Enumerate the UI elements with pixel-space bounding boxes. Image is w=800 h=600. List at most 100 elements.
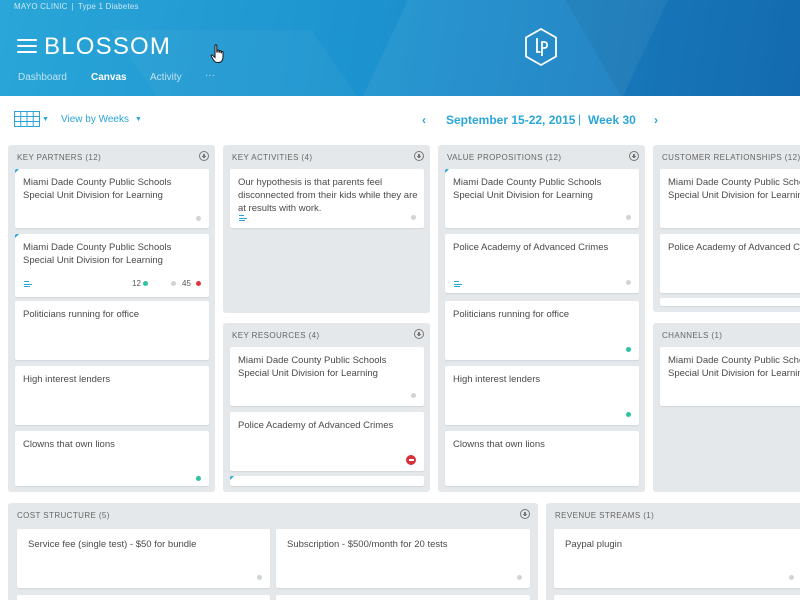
card-text: Our hypothesis is that parents feel disc… (238, 177, 418, 214)
card[interactable] (17, 595, 270, 600)
panel-title: KEY ACTIVITIES (4) (232, 153, 313, 162)
status-dot (257, 575, 262, 580)
card-text: Paypal plugin (565, 539, 623, 550)
add-circle-icon[interactable] (520, 509, 530, 519)
card-text: Miami Dade County Public Schools Special… (668, 177, 800, 201)
comment-count: 12 (132, 279, 141, 288)
tab-canvas[interactable]: Canvas (91, 72, 127, 83)
card-text: Clowns that own lions (23, 439, 115, 450)
add-circle-icon[interactable] (414, 329, 424, 339)
add-circle-icon[interactable] (414, 151, 424, 161)
hexagon-lp-logo-icon[interactable] (523, 27, 559, 67)
card-text: Miami Dade County Public Schools Special… (668, 355, 800, 379)
card[interactable] (276, 595, 530, 600)
card-corner-marker (230, 476, 234, 480)
notes-icon (24, 281, 32, 287)
status-dot (196, 216, 201, 221)
card-text: Miami Dade County Public Schools Special… (238, 355, 387, 379)
remove-circle-icon[interactable] (406, 455, 416, 465)
breadcrumb-org[interactable]: MAYO CLINIC (14, 2, 68, 11)
card[interactable]: Paypal plugin (554, 529, 800, 588)
status-dot (196, 476, 201, 481)
card[interactable]: Miami Dade County Public Schools Special… (15, 234, 209, 297)
date-separator: | (578, 112, 582, 126)
breadcrumb: MAYO CLINIC | Type 1 Diabetes (14, 2, 139, 11)
card[interactable]: Our hypothesis is that parents feel disc… (230, 169, 424, 228)
card-corner-marker (445, 169, 449, 173)
view-by-select[interactable]: View by Weeks ▼ (61, 114, 142, 125)
status-dot (196, 281, 201, 286)
card[interactable]: Miami Dade County Public Schools Special… (660, 347, 800, 406)
status-dot (789, 575, 794, 580)
card-text: High interest lenders (453, 374, 541, 385)
panel-customer-relationships: CUSTOMER RELATIONSHIPS (12) Miami Dade C… (653, 145, 800, 312)
card-corner-marker (15, 234, 19, 238)
card[interactable]: Service fee (single test) - $50 for bund… (17, 529, 270, 588)
card-text: Police Academy of Advanced Crimes (668, 242, 800, 253)
card-text: Police Academy of Advanced Crimes (238, 420, 394, 431)
panel-title: REVENUE STREAMS (1) (555, 511, 655, 520)
panel-title: KEY PARTNERS (12) (17, 153, 102, 162)
card-text: Police Academy of Advanced Crimes (453, 242, 609, 253)
tab-dashboard[interactable]: Dashboard (18, 72, 67, 83)
card[interactable] (554, 595, 800, 600)
hand-pointer-icon (210, 44, 224, 63)
card[interactable]: High interest lenders (445, 366, 639, 425)
status-dot (517, 575, 522, 580)
add-circle-icon[interactable] (199, 151, 209, 161)
chevron-down-icon[interactable]: ▼ (42, 116, 49, 123)
breadcrumb-separator: | (71, 2, 74, 11)
card[interactable]: Miami Dade County Public Schools Special… (445, 169, 639, 228)
card-text: Miami Dade County Public Schools Special… (23, 177, 172, 201)
hamburger-menu-icon[interactable] (17, 38, 37, 54)
card[interactable]: Clowns that own lions (15, 431, 209, 486)
panel-title: CUSTOMER RELATIONSHIPS (12) (662, 153, 800, 162)
panel-title: KEY RESOURCES (4) (232, 331, 320, 340)
prev-week-button[interactable]: ‹ (422, 113, 426, 127)
date-range-label: September 15-22, 2015 (446, 113, 576, 127)
card[interactable] (660, 298, 800, 306)
panel-key-resources: KEY RESOURCES (4) Miami Dade County Publ… (223, 323, 430, 492)
panel-cost-structure: COST STRUCTURE (5) Service fee (single t… (8, 503, 538, 600)
tab-more[interactable]: ··· (205, 70, 215, 81)
card[interactable]: High interest lenders (15, 366, 209, 425)
card[interactable]: Miami Dade County Public Schools Special… (230, 347, 424, 406)
grid-view-icon[interactable] (14, 111, 40, 127)
panel-title: COST STRUCTURE (5) (17, 511, 110, 520)
app-header: MAYO CLINIC | Type 1 Diabetes BLOSSOM Dash… (0, 0, 800, 96)
panel-revenue-streams: REVENUE STREAMS (1) Paypal plugin (546, 503, 800, 600)
panel-key-activities: KEY ACTIVITIES (4) Our hypothesis is tha… (223, 145, 430, 313)
card[interactable]: Police Academy of Advanced Crimes (445, 234, 639, 293)
tab-activity[interactable]: Activity (150, 72, 182, 83)
card[interactable]: Politicians running for office (445, 301, 639, 360)
week-label: Week 30 (588, 113, 636, 127)
card[interactable]: Politicians running for office (15, 301, 209, 360)
card[interactable]: Clowns that own lions (445, 431, 639, 486)
card[interactable]: Miami Dade County Public Schools Special… (660, 169, 800, 228)
card[interactable]: Miami Dade County Public Schools Special… (15, 169, 209, 228)
card-text: Politicians running for office (453, 309, 569, 320)
view-by-label: View by Weeks (61, 114, 129, 125)
card-text: Subscription - $500/month for 20 tests (287, 539, 448, 550)
card[interactable] (230, 476, 424, 486)
card-text: Clowns that own lions (453, 439, 545, 450)
card[interactable]: Subscription - $500/month for 20 tests (276, 529, 530, 588)
next-week-button[interactable]: › (654, 113, 658, 127)
status-dot (626, 215, 631, 220)
chevron-down-icon: ▼ (135, 116, 142, 123)
panel-value-propositions: VALUE PROPOSITIONS (12) Miami Dade Count… (438, 145, 645, 492)
status-dot (171, 281, 176, 286)
card-text: Service fee (single test) - $50 for bund… (28, 539, 197, 550)
panel-key-partners: KEY PARTNERS (12) Miami Dade County Publ… (8, 145, 215, 492)
card-text: Miami Dade County Public Schools Special… (453, 177, 602, 201)
status-dot (143, 281, 148, 286)
card[interactable]: Police Academy of Advanced Crimes (660, 234, 800, 293)
status-dot (626, 280, 631, 285)
card-text: Miami Dade County Public Schools Special… (23, 242, 172, 266)
app-brand: BLOSSOM (44, 33, 172, 60)
breadcrumb-project[interactable]: Type 1 Diabetes (78, 2, 139, 11)
add-circle-icon[interactable] (629, 151, 639, 161)
card-corner-marker (15, 169, 19, 173)
card[interactable]: Police Academy of Advanced Crimes (230, 412, 424, 471)
issue-count: 45 (182, 279, 191, 288)
